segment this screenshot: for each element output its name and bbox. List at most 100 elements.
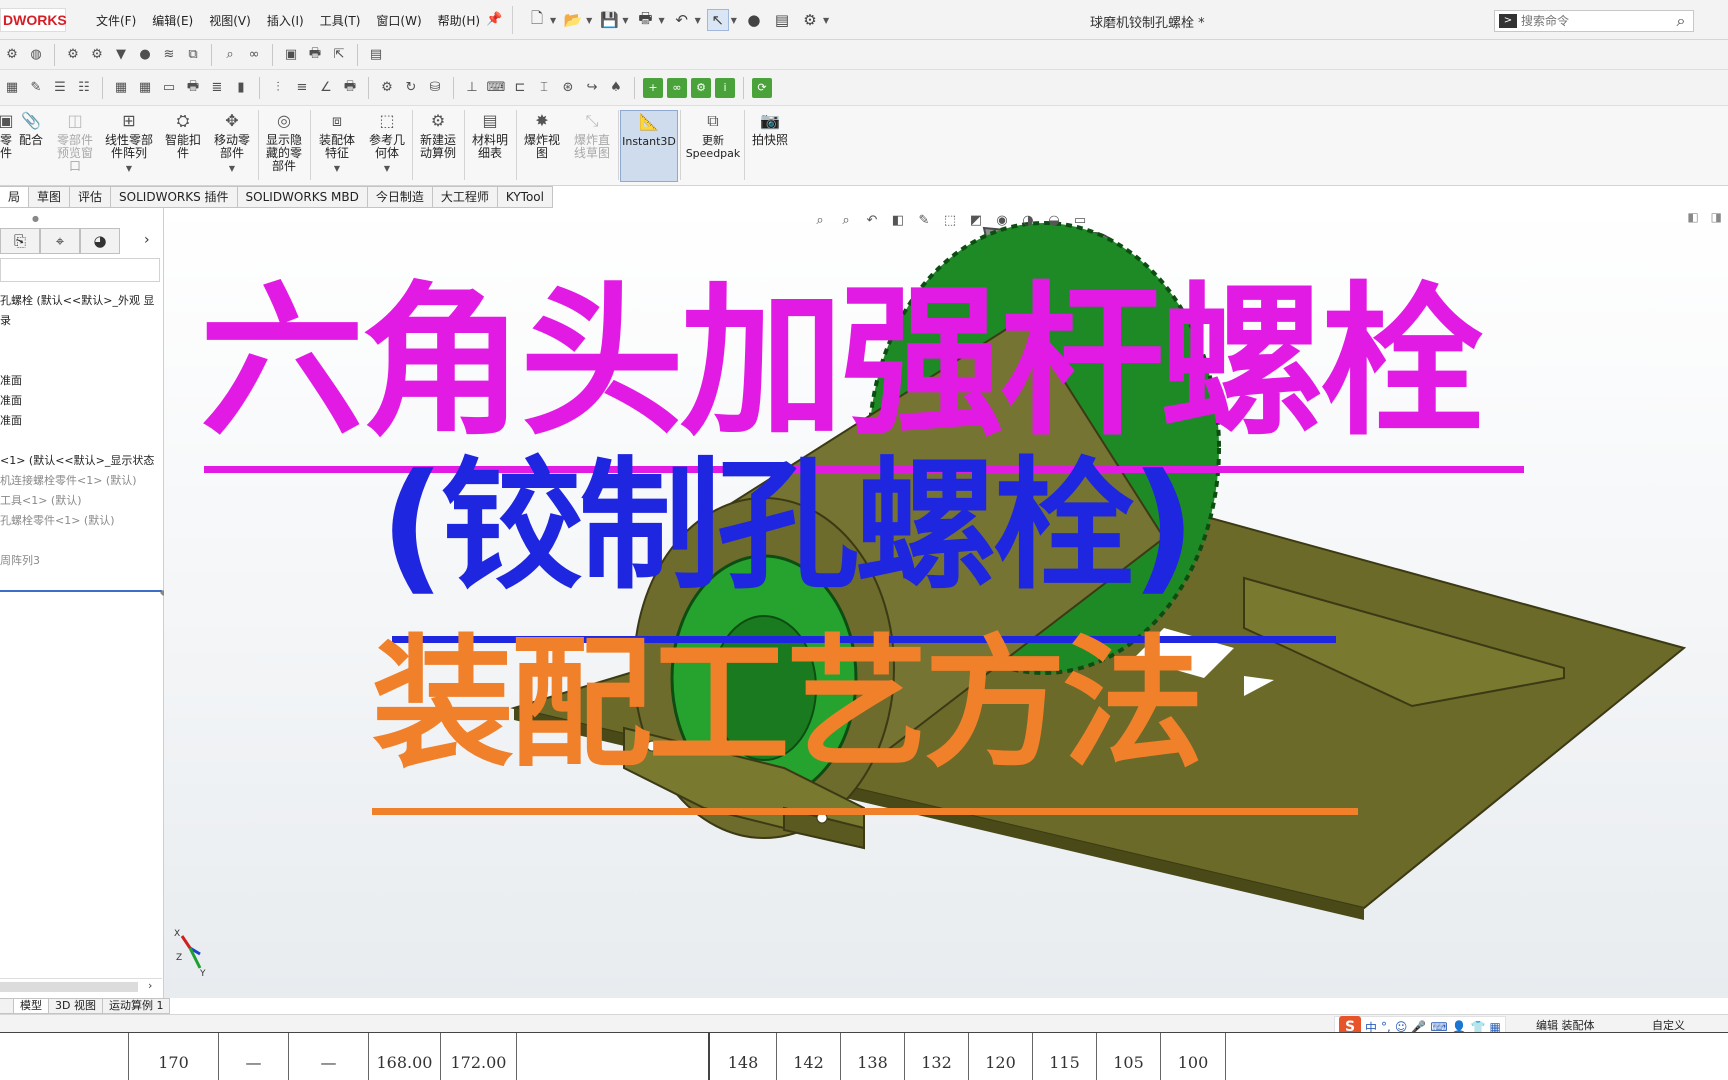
select-pointer-icon[interactable]: ↖ (706, 9, 729, 31)
assembly-features-button[interactable]: ⧈ 装配体 特征 ▼ (314, 110, 360, 182)
grid-icon[interactable]: ▦ (135, 78, 155, 98)
tree-component-1[interactable]: <1> (默认<<默认>_显示状态 (0, 452, 162, 468)
mate-icon[interactable]: ⧉ (183, 45, 203, 65)
print-icon[interactable]: 🖶 (634, 9, 656, 31)
block-icon[interactable]: ▭ (159, 78, 179, 98)
binoculars-icon[interactable]: ∞ (244, 45, 264, 65)
table-icon[interactable]: ▦ (111, 78, 131, 98)
exploded-view-button[interactable]: ✸ 爆炸视 图 (518, 110, 566, 182)
smart-fasteners-button[interactable]: ⛭ 智能扣 件 (160, 110, 206, 182)
chevron-down-icon[interactable]: ▼ (550, 16, 556, 25)
pin-icon[interactable]: 📌 (486, 12, 502, 28)
add-icon[interactable]: + (643, 77, 663, 98)
tab-evaluate[interactable]: 评估 (70, 186, 112, 208)
info-icon[interactable]: i (715, 77, 735, 98)
status-units-custom[interactable]: 自定义 (1652, 1017, 1685, 1033)
tab-layout[interactable]: 局 (0, 186, 30, 208)
take-snapshot-button[interactable]: 📷 拍快照 (746, 110, 794, 182)
chevron-down-icon[interactable]: ▼ (229, 162, 235, 175)
menu-file[interactable]: 文件(F) (88, 12, 144, 29)
view-settings-icon[interactable]: ▭ (1070, 210, 1090, 230)
chevron-right-icon[interactable]: › (144, 232, 150, 248)
tab-solidworks-addins[interactable]: SOLIDWORKS 插件 (111, 186, 238, 208)
tab-bottom-first[interactable] (0, 998, 14, 1014)
section-view-icon[interactable]: ◧ (888, 210, 908, 230)
display-manager-icon[interactable]: ◕ (80, 228, 120, 254)
gear-icon[interactable]: ⚙ (63, 45, 83, 65)
tree-plane-front[interactable]: 准面 (0, 372, 162, 388)
tree-plane-top[interactable]: 准面 (0, 392, 162, 408)
tab-big-engineer[interactable]: 大工程师 (432, 186, 498, 208)
zoom-to-fit-icon[interactable]: ⌕ (810, 210, 830, 230)
tree-icon[interactable]: ♠ (606, 78, 626, 98)
chevron-down-icon[interactable]: ▼ (658, 16, 664, 25)
instant3d-button[interactable]: 📐 Instant3D (620, 110, 678, 182)
zoom-to-area-icon[interactable]: ⌕ (836, 210, 856, 230)
explode-line-sketch-button[interactable]: ⤡ 爆炸直 线草图 (568, 110, 616, 182)
sensor-icon[interactable]: ≋ (159, 45, 179, 65)
assembly-icon[interactable]: ⚙ (2, 45, 22, 65)
menu-window[interactable]: 窗口(W) (368, 12, 429, 29)
previous-view-icon[interactable]: ↶ (862, 210, 882, 230)
chevron-down-icon[interactable]: ▼ (622, 16, 628, 25)
tree-component-2[interactable]: 机连接螺栓零件<1> (默认) (0, 472, 162, 488)
align-icon[interactable]: ⫶ (268, 78, 288, 98)
bulleted-list-icon[interactable]: ☰ (50, 78, 70, 98)
hide-show-items-icon[interactable]: ◉ (992, 210, 1012, 230)
keyboard-icon[interactable]: ⌨ (486, 78, 506, 98)
rebuild-traffic-light-icon[interactable]: ● (743, 9, 765, 31)
settings-icon[interactable]: ⚙ (377, 78, 397, 98)
search-commands-box[interactable]: > ⌕ (1494, 10, 1694, 32)
horizontal-scrollbar[interactable]: › (0, 978, 162, 994)
menu-help[interactable]: 帮助(H) (430, 12, 488, 29)
chevron-right-icon[interactable]: › (148, 979, 152, 992)
loop-icon[interactable]: ↻ (401, 78, 421, 98)
menu-edit[interactable]: 编辑(E) (144, 12, 201, 29)
view-orientation-icon[interactable]: ⬚ (940, 210, 960, 230)
export-icon[interactable]: ⇱ (329, 45, 349, 65)
chevron-down-icon[interactable]: ▼ (334, 162, 340, 175)
reference-geometry-button[interactable]: ⬚ 参考几 何体 ▼ (364, 110, 410, 182)
stack-icon[interactable]: ≣ (207, 78, 227, 98)
apply-scene-icon[interactable]: ◒ (1044, 210, 1064, 230)
edit-appearance-icon[interactable]: ◑ (1018, 210, 1038, 230)
dynamic-annotation-icon[interactable]: ✎ (914, 210, 934, 230)
tab-motion-study-1[interactable]: 运动算例 1 (102, 998, 171, 1014)
menu-tools[interactable]: 工具(T) (312, 12, 369, 29)
new-document-icon[interactable]: 🗋 (526, 9, 548, 31)
edit-icon[interactable]: ✎ (26, 78, 46, 98)
chevron-down-icon[interactable]: ▼ (384, 162, 390, 175)
collapse-left-icon[interactable]: ◧ (1687, 210, 1698, 224)
rollback-bar[interactable] (0, 590, 162, 592)
print-icon[interactable]: 🖶 (183, 78, 203, 98)
update-speedpak-button[interactable]: ⧉ 更新 Speedpak (684, 110, 742, 182)
bars-icon[interactable]: ▮ (231, 78, 251, 98)
tab-model[interactable]: 模型 (14, 998, 49, 1014)
gear-green-icon[interactable]: ⚙ (691, 77, 711, 98)
undo-icon[interactable]: ↶ (671, 9, 693, 31)
tab-today-manufacturing[interactable]: 今日制造 (367, 186, 433, 208)
chevron-down-icon[interactable]: ▼ (695, 16, 701, 25)
menu-view[interactable]: 视图(V) (201, 12, 259, 29)
printer-icon[interactable]: 🖶 (340, 78, 360, 98)
feature-filter-input[interactable] (0, 258, 160, 282)
beam-icon[interactable]: ⌶ (534, 78, 554, 98)
linear-component-pattern-button[interactable]: ⊞ 线性零部 件阵列 ▼ (100, 110, 158, 182)
tree-component-3[interactable]: 工具<1> (默认) (0, 492, 162, 508)
tree-circular-pattern[interactable]: 周阵列3 (0, 552, 162, 568)
location-pin-icon[interactable]: ● (135, 45, 155, 65)
insert-component-button[interactable]: ▣ 零 件 (0, 110, 14, 182)
image-icon[interactable]: ▣ (281, 45, 301, 65)
chevron-down-icon[interactable]: ▼ (731, 16, 737, 25)
search-icon[interactable]: ⌕ (1669, 11, 1693, 31)
database-icon[interactable]: ⛁ (425, 78, 445, 98)
refresh-icon[interactable]: ⟳ (752, 77, 772, 98)
new-motion-study-button[interactable]: ⚙ 新建运 动算例 (414, 110, 462, 182)
options-gear-icon[interactable]: ⚙ (799, 9, 821, 31)
globe-icon[interactable]: ◍ (26, 45, 46, 65)
chevron-down-icon[interactable]: ▼ (126, 162, 132, 175)
tree-history[interactable]: 录 (0, 312, 162, 328)
menu-insert[interactable]: 插入(I) (259, 12, 312, 29)
tab-solidworks-mbd[interactable]: SOLIDWORKS MBD (237, 186, 368, 208)
display-style-icon[interactable]: ◩ (966, 210, 986, 230)
